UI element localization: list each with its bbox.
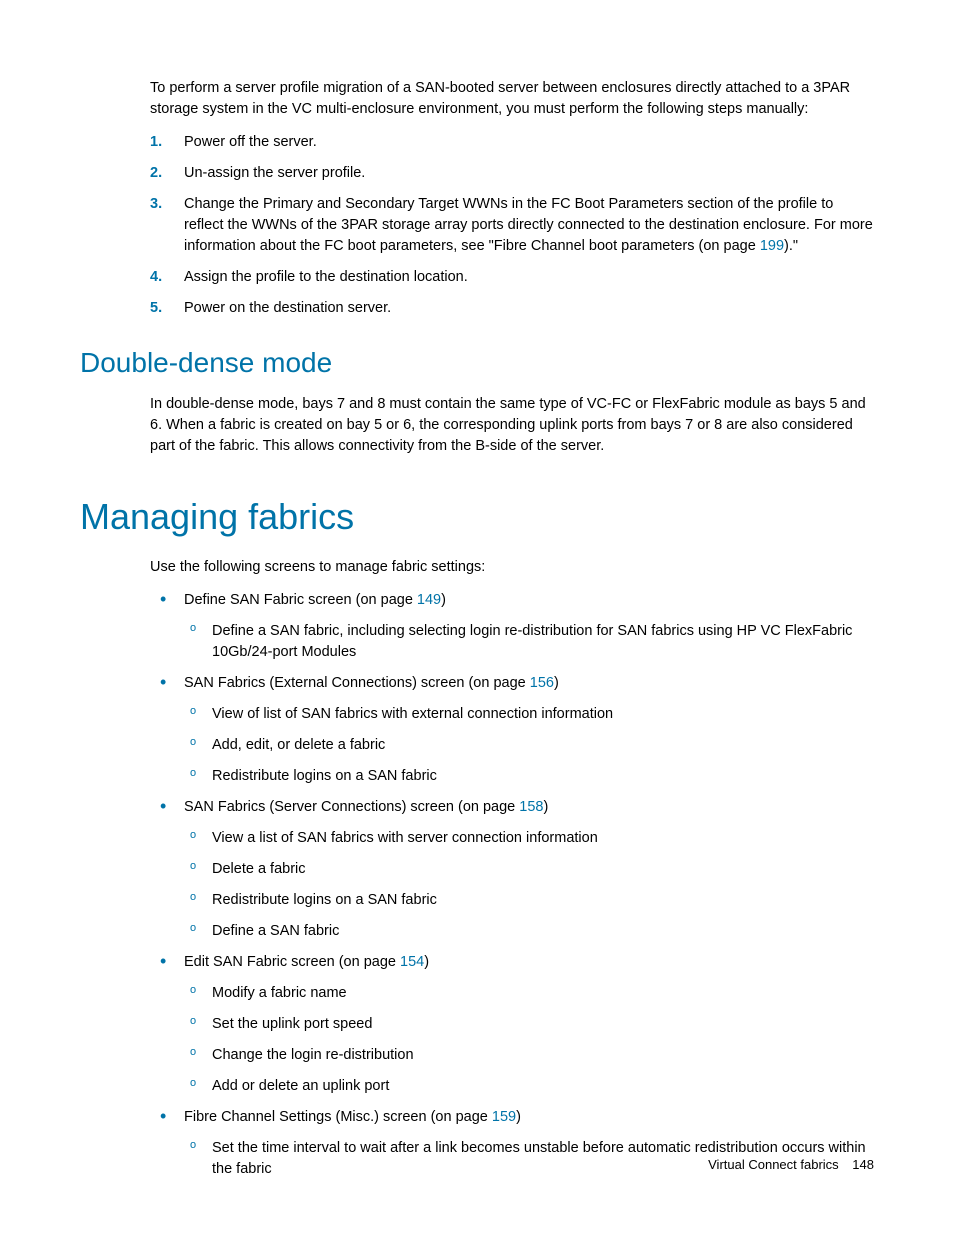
- page-link[interactable]: 159: [492, 1109, 516, 1125]
- step-5: 5. Power on the destination server.: [150, 298, 874, 319]
- sub-item: Add or delete an uplink port: [184, 1076, 874, 1097]
- steps-list: 1. Power off the server. 2. Un-assign the …: [150, 132, 874, 319]
- step-number: 1.: [150, 132, 162, 153]
- step-3: 3. Change the Primary and Secondary Targe…: [150, 194, 874, 257]
- intro-paragraph: To perform a server profile migration of…: [150, 78, 874, 120]
- bullet-define-san: Define SAN Fabric screen (on page 149) D…: [150, 590, 874, 663]
- step-2: 2. Un-assign the server profile.: [150, 163, 874, 184]
- sub-item: Define a SAN fabric: [184, 921, 874, 942]
- step-text: Un-assign the server profile.: [184, 165, 365, 181]
- step-number: 5.: [150, 298, 162, 319]
- managing-fabrics-intro: Use the following screens to manage fabr…: [150, 557, 874, 578]
- double-dense-body: In double-dense mode, bays 7 and 8 must …: [150, 394, 874, 457]
- sub-item: View of list of SAN fabrics with externa…: [184, 704, 874, 725]
- step-text: Power on the destination server.: [184, 300, 391, 316]
- page-link[interactable]: 156: [530, 675, 554, 691]
- footer-page-number: 148: [852, 1157, 874, 1172]
- sub-item: Modify a fabric name: [184, 983, 874, 1004]
- step-text: Assign the profile to the destination lo…: [184, 269, 468, 285]
- step-text: Power off the server.: [184, 134, 317, 150]
- bullet-san-server: SAN Fabrics (Server Connections) screen …: [150, 797, 874, 942]
- page-link[interactable]: 199: [760, 238, 784, 254]
- page-link[interactable]: 158: [519, 799, 543, 815]
- footer-section: Virtual Connect fabrics: [708, 1157, 839, 1172]
- sub-item: Set the uplink port speed: [184, 1014, 874, 1035]
- page-link[interactable]: 154: [400, 954, 424, 970]
- sub-item: Redistribute logins on a SAN fabric: [184, 766, 874, 787]
- bullet-edit-san: Edit SAN Fabric screen (on page 154) Mod…: [150, 952, 874, 1097]
- managing-fabrics-list: Define SAN Fabric screen (on page 149) D…: [150, 590, 874, 1180]
- step-number: 2.: [150, 163, 162, 184]
- page-link[interactable]: 149: [417, 592, 441, 608]
- step-number: 4.: [150, 267, 162, 288]
- heading-managing-fabrics: Managing fabrics: [80, 491, 874, 543]
- sub-item: Delete a fabric: [184, 859, 874, 880]
- step-4: 4. Assign the profile to the destination …: [150, 267, 874, 288]
- sub-item: Add, edit, or delete a fabric: [184, 735, 874, 756]
- step-1: 1. Power off the server.: [150, 132, 874, 153]
- sub-item: Define a SAN fabric, including selecting…: [184, 621, 874, 663]
- sub-item: Change the login re-distribution: [184, 1045, 874, 1066]
- step-number: 3.: [150, 194, 162, 215]
- sub-item: View a list of SAN fabrics with server c…: [184, 828, 874, 849]
- bullet-san-external: SAN Fabrics (External Connections) scree…: [150, 673, 874, 787]
- page-footer: Virtual Connect fabrics 148: [708, 1156, 874, 1175]
- step-text: Change the Primary and Secondary Target …: [184, 196, 873, 254]
- heading-double-dense: Double-dense mode: [80, 343, 874, 384]
- sub-item: Redistribute logins on a SAN fabric: [184, 890, 874, 911]
